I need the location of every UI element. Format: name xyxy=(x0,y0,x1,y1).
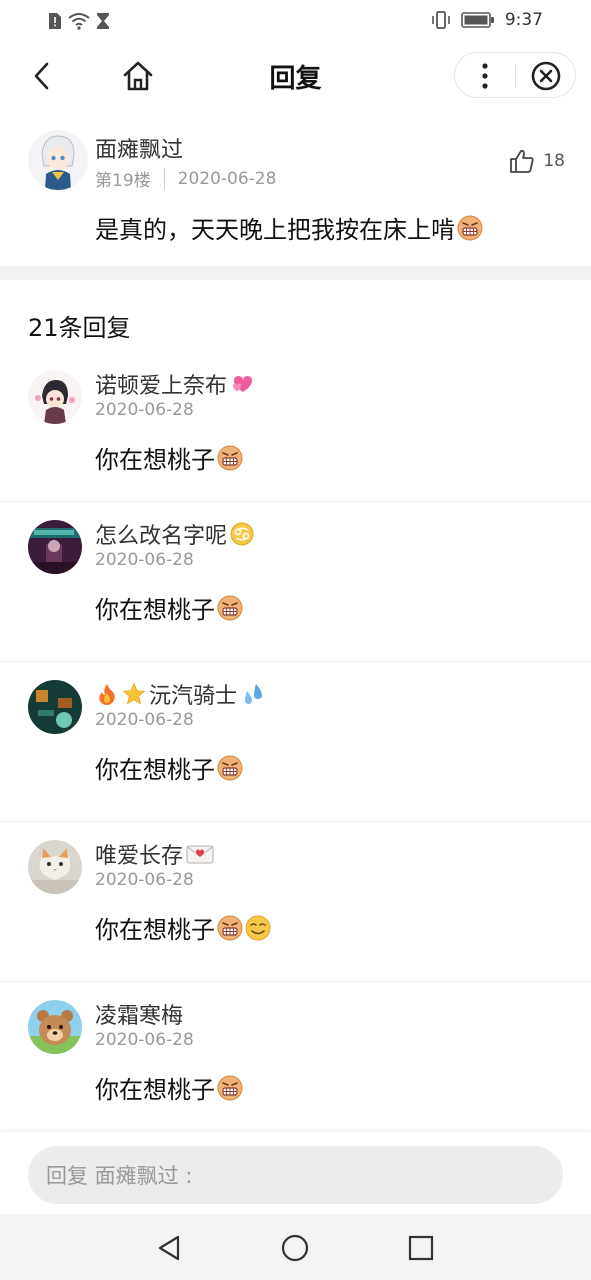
vibrate-icon xyxy=(432,11,450,29)
square-recents-icon xyxy=(408,1235,434,1261)
reply-item[interactable]: 怎么改名字呢 2020-06-28 你在想桃子 xyxy=(0,502,591,662)
reply-input-bar: 回复 面瘫飘过 : xyxy=(0,1132,591,1214)
back-button[interactable] xyxy=(24,58,60,94)
cancer-zodiac-emoji-icon xyxy=(230,522,254,546)
post-text: 是真的，天天晚上把我按在床上啃 xyxy=(95,216,455,244)
grin-emoji-icon xyxy=(217,755,243,781)
reply-author-name: 唯爱长存 xyxy=(95,844,184,869)
bear-avatar-image xyxy=(28,1000,82,1054)
grin-emoji-icon xyxy=(217,1075,243,1101)
like-button[interactable]: 18 xyxy=(509,148,565,174)
reply-author-name: 凌霜寒梅 xyxy=(95,1004,184,1029)
reply-text: 你在想桃子 xyxy=(95,596,215,624)
reply-author-name: 怎么改名字呢 xyxy=(95,524,228,549)
thumbs-up-icon xyxy=(510,149,534,173)
grin-emoji-icon xyxy=(457,215,483,241)
battery-icon xyxy=(461,12,494,28)
reply-date: 2020-06-28 xyxy=(95,400,194,420)
status-bar: 9:37 xyxy=(0,0,591,44)
grin-emoji-icon xyxy=(217,915,243,941)
reply-content: 你在想桃子 xyxy=(95,910,271,945)
avatar[interactable] xyxy=(28,130,88,190)
more-vertical-icon xyxy=(482,63,488,89)
avatar[interactable] xyxy=(28,1000,82,1054)
section-divider xyxy=(0,266,591,280)
reply-list: 诺顿爱上奈布 2020-06-28 你在想桃子 怎么改名字呢 2020-06-2… xyxy=(0,352,591,1142)
reply-date: 2020-06-28 xyxy=(95,870,194,890)
more-button[interactable] xyxy=(455,53,515,99)
reply-count: 21条回复 xyxy=(28,314,131,342)
status-icons-left xyxy=(48,12,110,30)
two-hearts-emoji-icon xyxy=(233,376,253,392)
reply-author[interactable]: 诺顿爱上奈布 xyxy=(95,368,254,400)
reply-author-name: 沅汽骑士 xyxy=(149,684,238,709)
reply-content: 你在想桃子 xyxy=(95,590,243,625)
smirk-emoji-icon xyxy=(245,915,271,940)
post-content: 是真的，天天晚上把我按在床上啃 xyxy=(95,210,483,245)
reply-item[interactable]: 凌霜寒梅 2020-06-28 你在想桃子 xyxy=(0,982,591,1142)
status-time: 9:37 xyxy=(504,10,543,30)
chevron-left-icon xyxy=(34,62,49,90)
game-avatar-image xyxy=(28,680,82,734)
reply-item[interactable]: 沅汽骑士 2020-06-28 你在想桃子 xyxy=(0,662,591,822)
reply-item[interactable]: 诺顿爱上奈布 2020-06-28 你在想桃子 xyxy=(0,352,591,502)
system-nav-bar xyxy=(0,1214,591,1280)
avatar[interactable] xyxy=(28,680,82,734)
header-bar: 回复 xyxy=(0,44,591,108)
reply-text: 你在想桃子 xyxy=(95,756,215,784)
nav-recents-button[interactable] xyxy=(401,1228,441,1268)
avatar[interactable] xyxy=(28,370,82,424)
grin-emoji-icon xyxy=(217,595,243,621)
reply-author[interactable]: 沅汽骑士 xyxy=(95,678,264,710)
reply-date: 2020-06-28 xyxy=(95,1030,194,1050)
cat-avatar-image xyxy=(28,840,82,894)
status-icons-right: 9:37 xyxy=(431,10,543,30)
post-date: 2020-06-28 xyxy=(177,168,277,189)
home-button[interactable] xyxy=(118,56,158,96)
reply-author-name: 诺顿爱上奈布 xyxy=(95,374,228,399)
reply-text: 你在想桃子 xyxy=(95,446,215,474)
triangle-back-icon xyxy=(158,1235,180,1261)
grin-emoji-icon xyxy=(217,445,243,471)
reply-content: 你在想桃子 xyxy=(95,750,243,785)
like-count: 18 xyxy=(543,151,565,171)
post-author[interactable]: 面瘫飘过 xyxy=(95,132,183,164)
close-circle-icon xyxy=(531,61,561,91)
close-button[interactable] xyxy=(516,53,576,99)
circle-home-icon xyxy=(281,1234,309,1262)
floor-label: 第19楼 xyxy=(95,171,151,191)
wifi-icon xyxy=(68,13,90,30)
fire-emoji-icon xyxy=(99,684,115,705)
anime-avatar-image xyxy=(28,130,88,190)
mini-program-capsule xyxy=(454,52,576,98)
main-post: 面瘫飘过 第19楼 2020-06-28 18 是真的，天天晚上把我按在床上啃 xyxy=(0,108,591,266)
post-meta: 第19楼 2020-06-28 xyxy=(95,166,276,191)
glowing-star-emoji-icon xyxy=(122,682,146,705)
meta-separator xyxy=(163,167,165,190)
reply-content: 你在想桃子 xyxy=(95,1070,243,1105)
reply-author[interactable]: 唯爱长存 xyxy=(95,838,214,870)
reply-text: 你在想桃子 xyxy=(95,916,215,944)
avatar[interactable] xyxy=(28,840,82,894)
home-icon xyxy=(123,61,153,91)
avatar[interactable] xyxy=(28,520,82,574)
love-letter-emoji-icon xyxy=(186,845,214,864)
hourglass-icon xyxy=(97,13,109,29)
reply-author[interactable]: 怎么改名字呢 xyxy=(95,518,254,550)
reply-date: 2020-06-28 xyxy=(95,550,194,570)
reply-text: 你在想桃子 xyxy=(95,1076,215,1104)
reply-input[interactable]: 回复 面瘫飘过 : xyxy=(28,1146,563,1204)
nav-back-button[interactable] xyxy=(149,1228,189,1268)
game-avatar-image xyxy=(28,520,82,574)
reply-date: 2020-06-28 xyxy=(95,710,194,730)
reply-author[interactable]: 凌霜寒梅 xyxy=(95,998,183,1030)
reply-item[interactable]: 唯爱长存 2020-06-28 你在想桃子 xyxy=(0,822,591,982)
reply-content: 你在想桃子 xyxy=(95,440,243,475)
sim-alert-icon xyxy=(49,13,61,29)
anime-avatar-image xyxy=(28,370,82,424)
sweat-droplets-emoji-icon xyxy=(245,684,263,704)
nav-home-button[interactable] xyxy=(275,1228,315,1268)
